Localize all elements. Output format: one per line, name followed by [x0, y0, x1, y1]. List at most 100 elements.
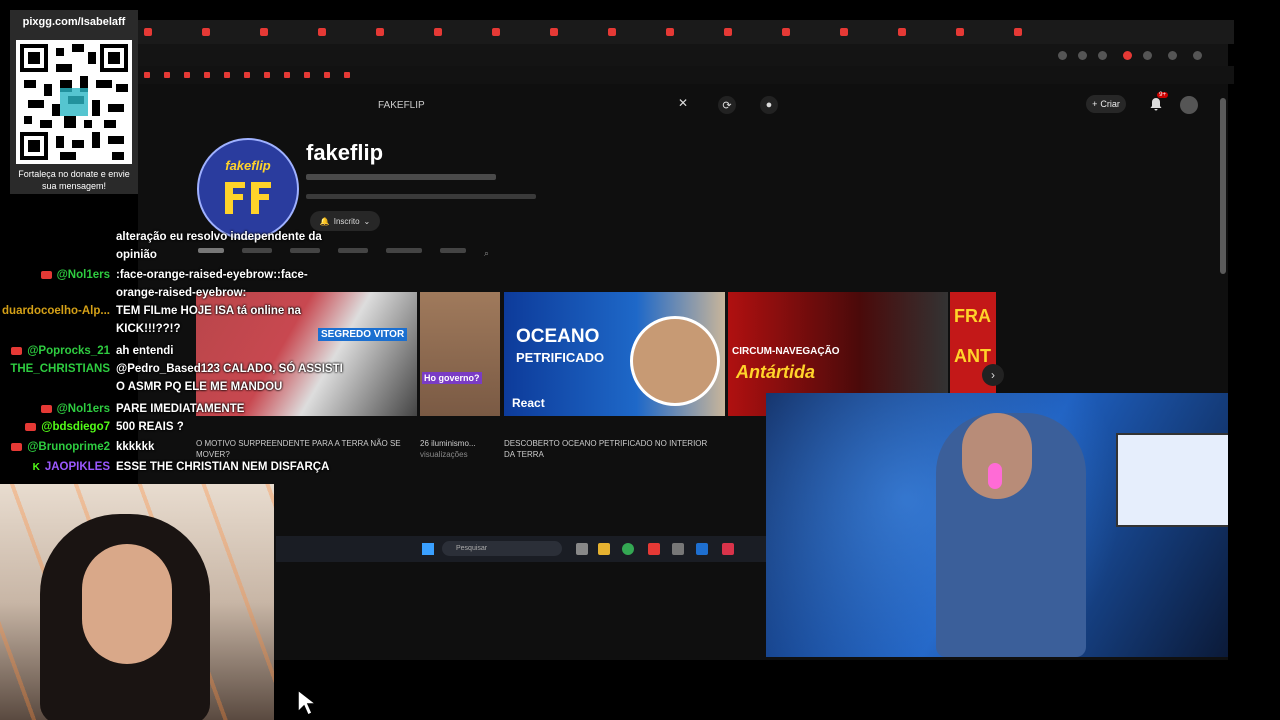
- browser-tab[interactable]: [260, 26, 310, 38]
- video-title[interactable]: 26 iluminismo...: [420, 438, 490, 449]
- youtube-icon: [840, 28, 848, 36]
- app-icon[interactable]: [722, 543, 734, 555]
- video-thumbnail[interactable]: Ho governo?: [420, 292, 500, 416]
- extension-icon[interactable]: [1098, 51, 1107, 60]
- menu-icon[interactable]: [1193, 51, 1202, 60]
- chevron-down-icon: ⌄: [363, 216, 371, 226]
- video-thumbnail[interactable]: OCEANO PETRIFICADO React: [504, 292, 725, 416]
- chat-username: @Brunoprime2: [0, 438, 110, 456]
- browser-tab[interactable]: [202, 26, 252, 38]
- windows-start-icon[interactable]: [422, 543, 434, 555]
- page-scrollbar[interactable]: [1220, 98, 1226, 274]
- chat-message: opinião: [0, 246, 157, 264]
- bookmark-item[interactable]: [204, 72, 210, 78]
- create-label: Criar: [1100, 99, 1120, 109]
- tab-strip: [138, 20, 1234, 44]
- chat-username-text: @bdsdiego7: [41, 421, 110, 433]
- bookmark-item[interactable]: [144, 72, 150, 78]
- notifications-button[interactable]: 9+: [1148, 92, 1168, 112]
- file-explorer-icon[interactable]: [598, 543, 610, 555]
- star-icon[interactable]: [1078, 51, 1087, 60]
- youtube-icon: [244, 72, 250, 78]
- bookmark-item[interactable]: [164, 72, 170, 78]
- search-icon[interactable]: ⌕: [484, 248, 489, 259]
- streamer-webcam: [0, 484, 274, 720]
- create-button[interactable]: + Criar: [1086, 95, 1126, 113]
- search-input[interactable]: FAKEFLIP: [378, 100, 425, 111]
- youtube-icon: [204, 72, 210, 78]
- notification-badge: 9+: [1157, 92, 1168, 98]
- bookmark-item[interactable]: [264, 72, 270, 78]
- chat-message-text: KICK!!!??!?: [116, 323, 181, 335]
- browser-tab[interactable]: [376, 26, 426, 38]
- browser-tab[interactable]: [144, 26, 194, 38]
- thumbnail-text: OCEANO: [516, 326, 600, 347]
- browser-tab[interactable]: [550, 26, 600, 38]
- tab-posts[interactable]: [440, 248, 466, 253]
- chat-username: [0, 378, 110, 396]
- extension-icon[interactable]: [1143, 51, 1152, 60]
- browser-tab[interactable]: [840, 26, 890, 38]
- clear-search-icon[interactable]: ✕: [678, 96, 688, 110]
- browser-tab[interactable]: [608, 26, 658, 38]
- browser-tab[interactable]: [492, 26, 542, 38]
- tab-live[interactable]: [338, 248, 368, 253]
- chat-message-text: opinião: [116, 249, 157, 261]
- bookmark-item[interactable]: [344, 72, 350, 78]
- youtube-icon: [264, 72, 270, 78]
- video-title[interactable]: DESCOBERTO OCEANO PETRIFICADO NO INTERIO…: [504, 438, 719, 460]
- video-info[interactable]: 26 iluminismo... visualizações: [420, 438, 490, 460]
- bookmark-item[interactable]: [324, 72, 330, 78]
- account-avatar[interactable]: [1180, 96, 1198, 114]
- chevron-right-icon: ›: [991, 368, 995, 382]
- channel-logo-text: fakeflip: [225, 158, 271, 173]
- browser-tab[interactable]: [782, 26, 832, 38]
- channel-description[interactable]: [306, 192, 536, 201]
- channel-avatar[interactable]: fakeflip: [197, 138, 299, 240]
- bookmark-item[interactable]: [304, 72, 310, 78]
- chat-username-text: @Nol1ers: [56, 269, 110, 281]
- browser-tab[interactable]: [898, 26, 948, 38]
- tab-playlists[interactable]: [386, 248, 422, 253]
- app-icon[interactable]: [696, 543, 708, 555]
- taskbar-search[interactable]: Pesquisar: [442, 541, 562, 556]
- task-view-icon[interactable]: [576, 543, 588, 555]
- tab-videos[interactable]: [242, 248, 272, 253]
- youtube-icon: [376, 28, 384, 36]
- chat-username: @bdsdiego7: [0, 418, 110, 436]
- chat-message: KICK!!!??!?: [0, 320, 181, 338]
- thumbnail-text: Antártida: [736, 362, 816, 382]
- microphone-icon[interactable]: ●: [760, 96, 778, 114]
- chrome-icon[interactable]: [622, 543, 634, 555]
- bookmarks-bar: [138, 66, 1234, 84]
- chat-message-text: :face-orange-raised-eyebrow::face-: [116, 269, 308, 281]
- browser-tab[interactable]: [666, 26, 716, 38]
- video-title[interactable]: O MOTIVO SURPREENDENTE PARA A TERRA NÃO …: [196, 438, 411, 460]
- browser-tab[interactable]: [434, 26, 484, 38]
- profile-icon[interactable]: [1168, 51, 1177, 60]
- bookmark-item[interactable]: [184, 72, 190, 78]
- donation-caption: Fortaleça no donate e envie sua mensagem…: [18, 169, 130, 191]
- tab-home[interactable]: [198, 248, 224, 253]
- guest-webcam: [766, 393, 1228, 657]
- carousel-next-button[interactable]: ›: [982, 364, 1004, 386]
- youtube-search-box[interactable]: FAKEFLIP ✕: [378, 94, 708, 116]
- youtube-icon: [608, 28, 616, 36]
- browser-tab[interactable]: [318, 26, 368, 38]
- search-icon[interactable]: ⟳: [718, 96, 736, 114]
- browser-tab[interactable]: [724, 26, 774, 38]
- bookmark-item[interactable]: [244, 72, 250, 78]
- chat-username: [0, 284, 110, 302]
- app-icon[interactable]: [648, 543, 660, 555]
- extension-icon[interactable]: [1058, 51, 1067, 60]
- extension-icon[interactable]: [1123, 51, 1132, 60]
- browser-tab[interactable]: [956, 26, 1006, 38]
- settings-icon[interactable]: [672, 543, 684, 555]
- thumbnail-text: SEGREDO VITOR: [318, 328, 408, 341]
- browser-tab[interactable]: [1014, 26, 1064, 38]
- youtube-icon: [666, 28, 674, 36]
- channel-meta: [306, 172, 496, 182]
- bookmark-item[interactable]: [284, 72, 290, 78]
- bookmark-item[interactable]: [224, 72, 230, 78]
- tab-shorts[interactable]: [290, 248, 320, 253]
